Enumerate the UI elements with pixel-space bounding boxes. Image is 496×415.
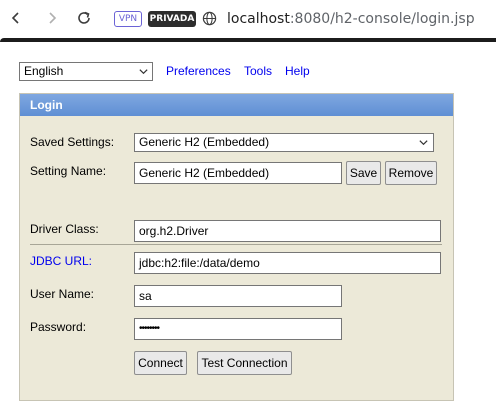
reload-icon <box>78 11 90 24</box>
chevron-down-icon <box>419 140 428 146</box>
browser-toolbar: VPN PRIVADA localhost:8080/h2-console/lo… <box>0 0 496 38</box>
address-bar[interactable]: localhost:8080/h2-console/login.jsp <box>227 10 475 28</box>
driver-class-input[interactable]: org.h2.Driver <box>134 220 441 242</box>
connect-button[interactable]: Connect <box>134 351 187 375</box>
password-input[interactable]: •••••••• <box>134 318 342 340</box>
forward-arrow-icon <box>49 12 57 24</box>
setting-name-label: Setting Name: <box>30 164 107 178</box>
vpn-badge[interactable]: VPN <box>114 11 142 27</box>
language-select-value: English <box>24 64 64 78</box>
tools-link[interactable]: Tools <box>244 64 272 78</box>
forward-button[interactable] <box>42 8 62 28</box>
remove-button[interactable]: Remove <box>385 161 437 185</box>
user-name-label: User Name: <box>30 287 95 301</box>
page-content: English Preferences Tools Help Login Sav… <box>0 42 496 415</box>
login-panel: Login Saved Settings: Generic H2 (Embedd… <box>19 93 454 401</box>
back-button[interactable] <box>6 8 26 28</box>
saved-settings-select[interactable]: Generic H2 (Embedded) <box>134 133 434 152</box>
reload-button[interactable] <box>74 8 94 28</box>
driver-class-label: Driver Class: <box>30 222 99 236</box>
back-arrow-icon <box>11 12 19 24</box>
saved-settings-label: Saved Settings: <box>30 135 115 149</box>
chevron-down-icon <box>139 69 148 75</box>
preferences-link[interactable]: Preferences <box>166 64 231 78</box>
setting-name-input[interactable]: Generic H2 (Embedded) <box>134 162 342 184</box>
jdbc-url-input[interactable]: jdbc:h2:file:/data/demo <box>134 252 441 274</box>
url-host: localhost <box>227 11 290 27</box>
globe-icon[interactable] <box>202 11 217 26</box>
user-name-input[interactable]: sa <box>134 285 342 307</box>
saved-settings-value: Generic H2 (Embedded) <box>139 135 270 149</box>
test-connection-button[interactable]: Test Connection <box>197 351 292 375</box>
private-mode-badge: PRIVADA <box>148 11 196 27</box>
help-link[interactable]: Help <box>285 64 310 78</box>
jdbc-url-link[interactable]: JDBC URL: <box>30 254 92 268</box>
password-label: Password: <box>30 320 87 334</box>
section-divider <box>30 244 442 245</box>
url-path: :8080/h2-console/login.jsp <box>289 11 475 27</box>
language-select[interactable]: English <box>19 62 153 81</box>
login-panel-title: Login <box>20 94 453 116</box>
save-button[interactable]: Save <box>346 161 381 185</box>
